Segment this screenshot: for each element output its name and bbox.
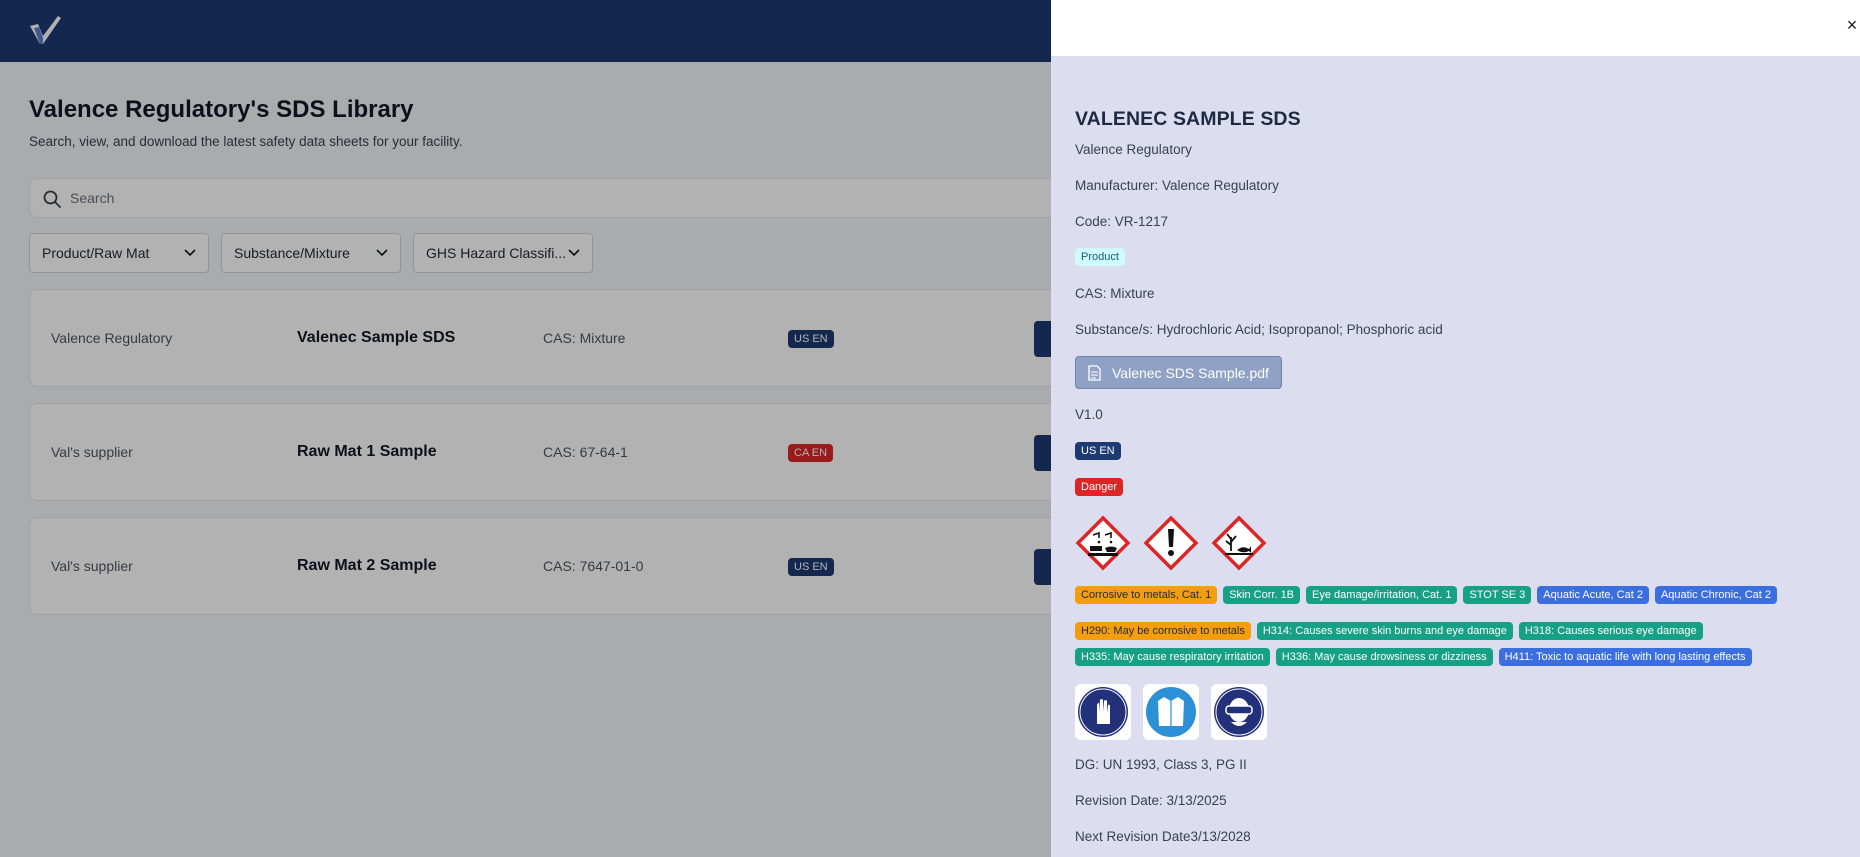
hazard-statement-chip: H314: Causes severe skin burns and eye d… <box>1256 622 1513 640</box>
next-revision-date: Next Revision Date3/13/2028 <box>1075 829 1251 844</box>
pdf-file-name: Valenec SDS Sample.pdf <box>1112 364 1269 381</box>
sds-company: Valence Regulatory <box>1075 142 1192 157</box>
classification-chip: Aquatic Chronic, Cat 2 <box>1654 586 1778 604</box>
gloves-ppe-icon <box>1075 684 1131 740</box>
sds-cas: CAS: Mixture <box>1075 286 1155 301</box>
classification-chip: Skin Corr. 1B <box>1223 586 1301 604</box>
sds-version: V1.0 <box>1075 407 1103 422</box>
safety-goggles-ppe-icon <box>1211 684 1267 740</box>
hazard-statement-chip: H336: May cause drowsiness or dizziness <box>1275 648 1493 666</box>
sds-title: VALENEC SAMPLE SDS <box>1075 108 1301 130</box>
hazard-statement-chip: H335: May cause respiratory irritation <box>1075 648 1270 666</box>
document-icon <box>1088 365 1101 381</box>
sds-substances: Substance/s: Hydrochloric Acid; Isopropa… <box>1075 322 1443 337</box>
environment-pictogram-icon <box>1211 515 1267 571</box>
hazard-statement-list: H335: May cause respiratory irritation H… <box>1075 648 1752 666</box>
hazard-statement-chip: H411: Toxic to aquatic life with long la… <box>1498 648 1752 666</box>
sds-detail-drawer: × VALENEC SAMPLE SDS Valence Regulatory … <box>1051 0 1860 857</box>
hazard-classification-list: Corrosive to metals, Cat. 1 Skin Corr. 1… <box>1075 586 1778 604</box>
drawer-header: × <box>1051 0 1860 56</box>
hazard-statement-chip: H318: Causes serious eye damage <box>1518 622 1703 640</box>
classification-chip: Corrosive to metals, Cat. 1 <box>1075 586 1218 604</box>
language-badge: US EN <box>1075 442 1121 460</box>
exclamation-mark-pictogram-icon <box>1143 515 1199 571</box>
close-button[interactable]: × <box>1844 16 1860 34</box>
dangerous-goods-info: DG: UN 1993, Class 3, PG II <box>1075 757 1247 772</box>
classification-chip: STOT SE 3 <box>1463 586 1532 604</box>
lab-coat-ppe-icon <box>1143 684 1199 740</box>
revision-date: Revision Date: 3/13/2025 <box>1075 793 1227 808</box>
product-type-badge: Product <box>1075 248 1125 266</box>
signal-word-badge: Danger <box>1075 478 1124 496</box>
hazard-statement-list: H290: May be corrosive to metals H314: C… <box>1075 622 1703 640</box>
hazard-statement-chip: H290: May be corrosive to metals <box>1075 622 1251 640</box>
sds-manufacturer: Manufacturer: Valence Regulatory <box>1075 178 1279 193</box>
classification-chip: Eye damage/irritation, Cat. 1 <box>1306 586 1458 604</box>
sds-code: Code: VR-1217 <box>1075 214 1169 229</box>
corrosion-pictogram-icon <box>1075 515 1131 571</box>
classification-chip: Aquatic Acute, Cat 2 <box>1537 586 1649 604</box>
download-pdf-button[interactable]: Valenec SDS Sample.pdf <box>1075 356 1282 389</box>
